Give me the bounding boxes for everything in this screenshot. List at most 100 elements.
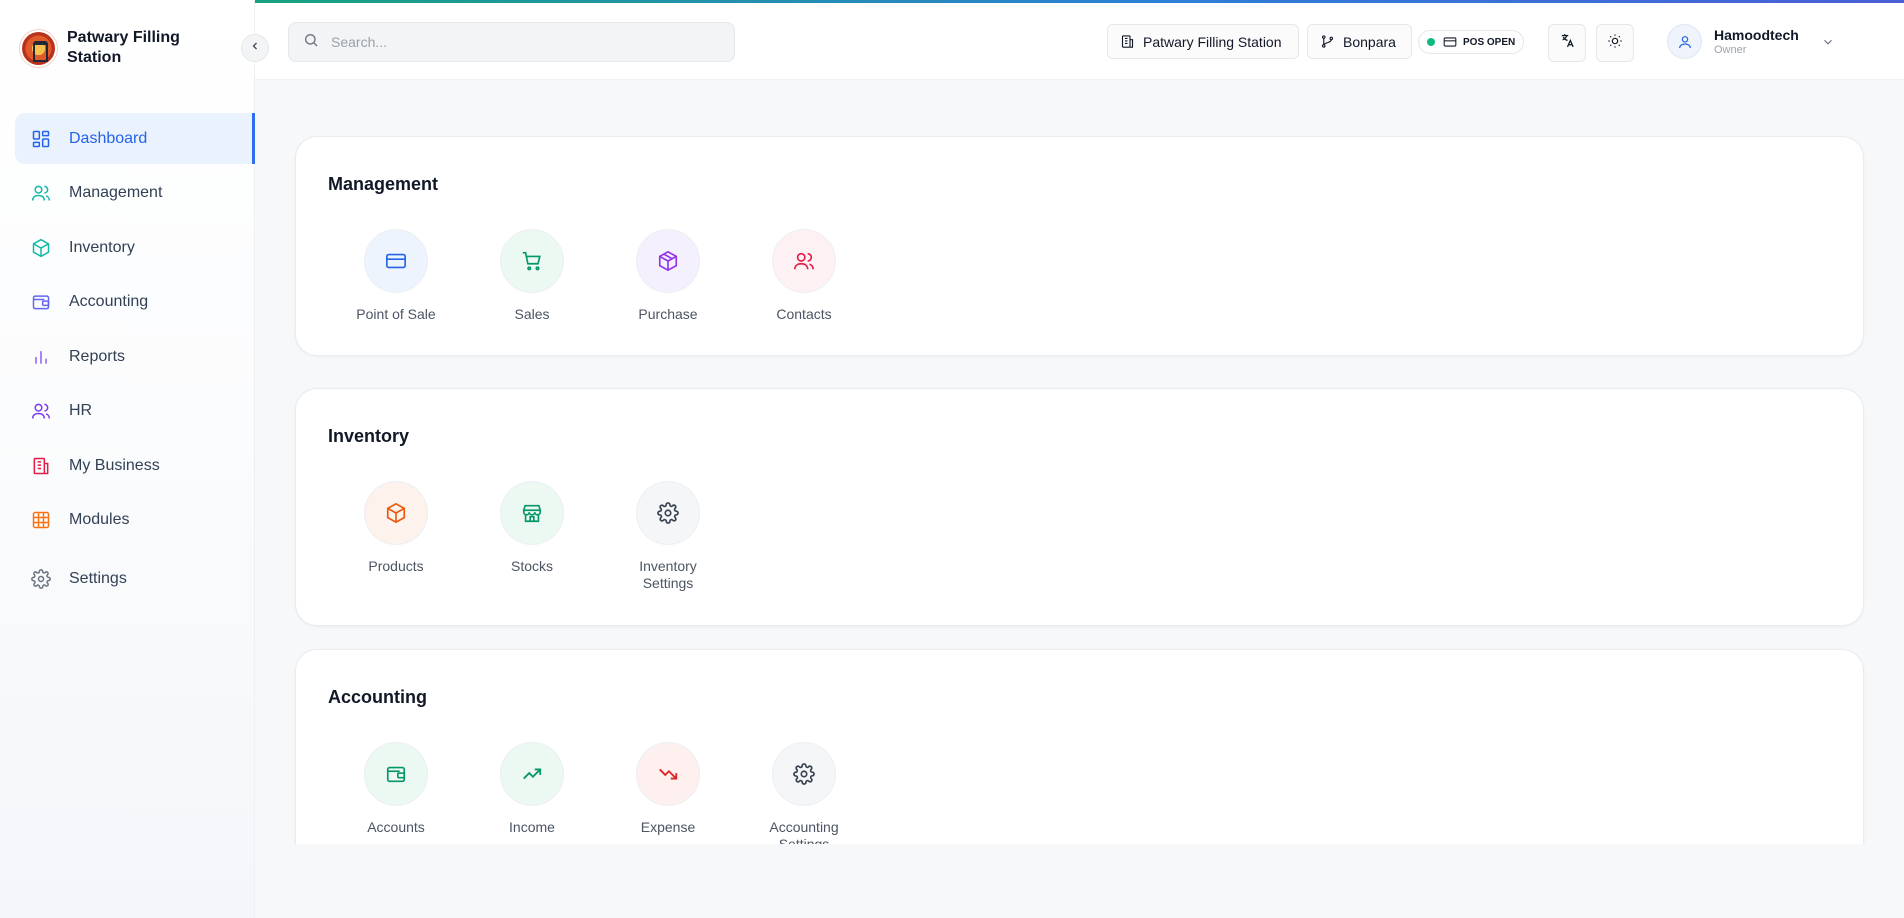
brand-name: Patwary Filling Station — [67, 29, 180, 66]
search-icon — [303, 32, 319, 53]
tile-grid: Point of Sale Sales Purchase Contacts — [328, 229, 872, 323]
tile-accounts[interactable]: Accounts — [328, 742, 464, 844]
tile-label: Contacts — [776, 306, 832, 322]
tile-label: Stocks — [510, 558, 553, 574]
section-inventory: Inventory Products Stocks Inventory Sett… — [295, 388, 1864, 626]
station-selector[interactable]: Patwary Filling Station — [1107, 24, 1299, 59]
tile-inventory-settings[interactable]: Inventory Settings — [600, 481, 736, 592]
sidebar-item-label: Reports — [69, 347, 126, 365]
sun-icon — [1607, 33, 1623, 54]
tile-stocks[interactable]: Stocks — [464, 481, 600, 592]
trending-up-icon — [500, 742, 564, 806]
page-footer-area — [255, 844, 1904, 918]
tile-point-of-sale[interactable]: Point of Sale — [328, 229, 464, 323]
tile-products[interactable]: Products — [328, 481, 464, 592]
tile-purchase[interactable]: Purchase — [600, 229, 736, 323]
sidebar-item-label: Accounting — [69, 293, 149, 310]
brand[interactable]: Patwary Filling Station — [22, 28, 197, 68]
section-title: Accounting — [328, 687, 427, 707]
gear-icon — [772, 742, 836, 806]
sidebar-item-modules[interactable]: Modules — [15, 495, 255, 546]
pos-status-badge[interactable]: POS OPEN — [1418, 30, 1525, 54]
grid-icon — [31, 510, 51, 530]
sidebar-item-reports[interactable]: Reports — [15, 331, 255, 382]
translate-icon — [1559, 32, 1576, 54]
sidebar-item-management[interactable]: Management — [15, 168, 255, 219]
tile-income[interactable]: Income — [464, 742, 600, 844]
gear-icon — [636, 481, 700, 545]
chevron-down-icon — [1821, 35, 1835, 49]
sidebar-item-accounting[interactable]: Accounting — [15, 277, 255, 328]
search-input[interactable] — [331, 34, 711, 50]
tile-label: Accounting Settings — [769, 819, 839, 844]
tile-grid: Products Stocks Inventory Settings — [328, 481, 736, 592]
topbar: Patwary Filling Station Bonpara POS OPEN — [255, 3, 1904, 80]
avatar — [1667, 24, 1702, 59]
credit-card-icon — [1443, 35, 1457, 49]
sidebar-item-label: Dashboard — [69, 129, 148, 147]
tile-expense[interactable]: Expense — [600, 742, 736, 844]
users-icon — [31, 401, 51, 421]
building-icon — [31, 456, 51, 476]
sidebar-item-label: Inventory — [69, 238, 135, 256]
sidebar-item-label: Settings — [69, 570, 127, 587]
station-name: Patwary Filling Station — [1143, 33, 1282, 50]
box-icon — [364, 481, 428, 545]
wallet-icon — [31, 292, 51, 312]
section-management: Management Point of Sale Sales Purchase … — [295, 136, 1864, 356]
status-dot — [1427, 38, 1435, 46]
sidebar-item-label: HR — [69, 402, 93, 419]
tile-label: Expense — [640, 819, 696, 835]
sidebar-item-settings[interactable]: Settings — [15, 554, 255, 605]
tile-label: Purchase — [638, 306, 698, 322]
tile-contacts[interactable]: Contacts — [736, 229, 872, 323]
app-root: Patwary Filling Station Dashboard Manage… — [0, 0, 1904, 918]
user-name: Hamoodtech — [1714, 26, 1799, 43]
chevron-left-icon — [249, 39, 261, 57]
theme-toggle-button[interactable] — [1596, 24, 1634, 62]
user-icon — [1678, 35, 1691, 48]
tile-grid: Accounts Income Expense Accounting Setti… — [328, 742, 872, 844]
sidebar-nav: Dashboard Management Inventory Accountin… — [15, 113, 255, 608]
sidebar-item-inventory[interactable]: Inventory — [15, 222, 255, 273]
git-branch-icon — [1320, 34, 1335, 49]
trending-down-icon — [636, 742, 700, 806]
pos-status-text: POS OPEN — [1463, 36, 1516, 48]
sidebar-collapse-button[interactable] — [241, 34, 269, 62]
users-icon — [31, 183, 51, 203]
section-accounting: Accounting Accounts Income Expense Accou… — [295, 649, 1864, 844]
section-title: Management — [328, 174, 439, 194]
building-icon — [1120, 34, 1135, 49]
tile-label: Products — [368, 558, 424, 574]
sidebar-item-my-business[interactable]: My Business — [15, 440, 255, 491]
brand-logo — [22, 31, 55, 65]
dashboard-icon — [31, 129, 51, 149]
user-info: Hamoodtech Owner — [1714, 27, 1799, 57]
users-icon — [772, 229, 836, 293]
gear-icon — [31, 569, 51, 589]
tile-label: Inventory Settings — [639, 558, 697, 591]
cart-icon — [500, 229, 564, 293]
bar-chart-icon — [31, 347, 51, 367]
tile-label: Point of Sale — [356, 306, 436, 322]
sidebar-item-label: Management — [69, 184, 163, 201]
sidebar-item-hr[interactable]: HR — [15, 386, 255, 437]
tile-accounting-settings[interactable]: Accounting Settings — [736, 742, 872, 844]
tile-sales[interactable]: Sales — [464, 229, 600, 323]
package-icon — [636, 229, 700, 293]
sidebar-item-dashboard[interactable]: Dashboard — [15, 113, 255, 164]
branch-selector[interactable]: Bonpara — [1307, 24, 1412, 59]
search-box[interactable] — [288, 22, 735, 62]
tile-label: Sales — [514, 306, 550, 322]
tile-label: Accounts — [367, 819, 425, 835]
wallet-icon — [364, 742, 428, 806]
tile-label: Income — [509, 819, 555, 835]
store-icon — [500, 481, 564, 545]
main-content: Management Point of Sale Sales Purchase … — [255, 80, 1904, 844]
sidebar-item-label: My Business — [69, 456, 160, 474]
section-title: Inventory — [328, 426, 410, 446]
sidebar: Patwary Filling Station Dashboard Manage… — [0, 0, 255, 918]
language-button[interactable] — [1548, 24, 1586, 62]
branch-name: Bonpara — [1343, 33, 1396, 50]
user-menu[interactable]: Hamoodtech Owner — [1667, 24, 1835, 59]
